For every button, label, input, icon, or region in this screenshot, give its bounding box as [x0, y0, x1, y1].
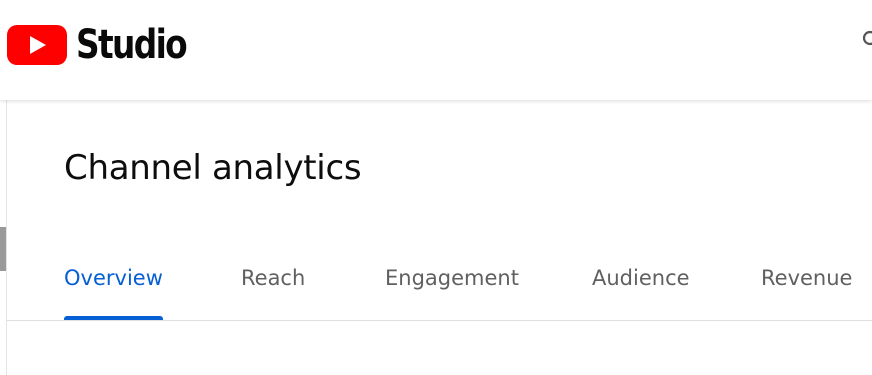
page-title: Channel analytics [64, 148, 362, 188]
tab-label: Overview [64, 266, 163, 290]
tab-label: Revenue [761, 266, 853, 290]
logo-text: Studio [76, 22, 188, 68]
tab-revenue[interactable]: Revenue [761, 266, 852, 320]
tab-audience[interactable]: Audience [592, 266, 690, 320]
tab-engagement[interactable]: Engagement [385, 266, 519, 320]
tab-label: Reach [241, 266, 306, 290]
main-content [0, 100, 872, 375]
top-app-bar: Studio [0, 0, 872, 100]
tab-reach[interactable]: Reach [241, 266, 305, 320]
studio-logo[interactable]: Studio [7, 25, 210, 65]
tab-label: Audience [592, 266, 690, 290]
tabs-divider [7, 320, 872, 321]
tab-label: Engagement [385, 266, 519, 290]
search-icon[interactable] [862, 30, 872, 50]
youtube-play-icon [7, 25, 67, 65]
analytics-tabs: Overview Reach Engagement Audience Reven… [7, 250, 872, 320]
tab-overview[interactable]: Overview [64, 266, 163, 320]
